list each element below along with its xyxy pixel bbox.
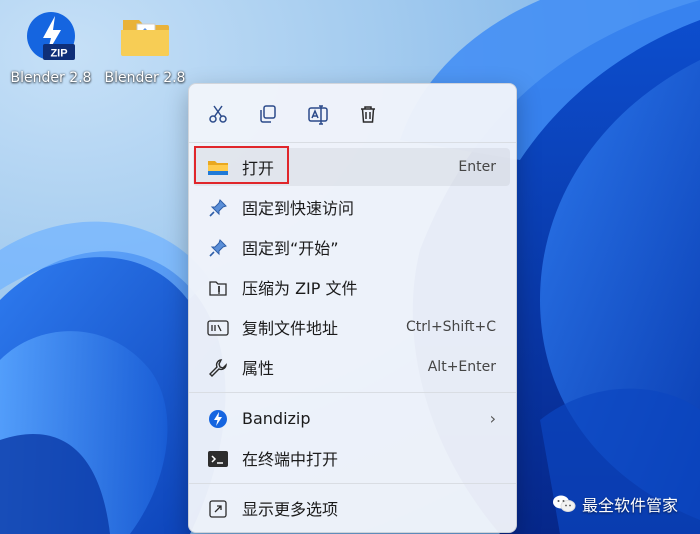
menu-item-shortcut: Ctrl+Shift+C xyxy=(406,319,496,335)
desktop-icon-blender-zip[interactable]: ZIP Blender 2.8 xyxy=(6,8,96,86)
menu-item-label: 固定到快速访问 xyxy=(242,199,355,218)
trash-icon xyxy=(361,106,375,123)
menu-item-label: 在终端中打开 xyxy=(242,450,339,469)
rename-button[interactable] xyxy=(302,98,334,130)
open-item-highlight-box xyxy=(194,146,289,184)
menu-item-show-more-options[interactable]: 显示更多选项 xyxy=(193,489,510,527)
menu-item-label: 复制文件地址 xyxy=(242,319,339,338)
more-options-icon xyxy=(207,498,229,520)
copy-path-icon xyxy=(207,317,229,339)
pin-icon xyxy=(207,197,229,219)
rename-icon xyxy=(308,105,328,125)
desktop-icon-blender-folder[interactable]: Blender 2.8 xyxy=(100,8,190,86)
cut-button[interactable] xyxy=(202,98,234,130)
menu-item-properties[interactable]: 属性 Alt+Enter xyxy=(193,348,510,386)
desktop-icon-label: Blender 2.8 xyxy=(104,70,186,86)
menu-item-label: 属性 xyxy=(242,359,275,378)
folder-icon xyxy=(117,8,173,64)
copy-button[interactable] xyxy=(252,98,284,130)
menu-item-pin-start[interactable]: 固定到“开始” xyxy=(193,228,510,266)
copy-icon xyxy=(260,105,276,123)
desktop-icon-label: Blender 2.8 xyxy=(10,70,92,86)
bandizip-icon xyxy=(207,408,229,430)
menu-separator xyxy=(189,142,516,143)
watermark: 最全软件管家 xyxy=(552,492,678,516)
submenu-chevron-icon: › xyxy=(489,408,496,428)
menu-item-label: 压缩为 ZIP 文件 xyxy=(242,279,358,298)
menu-item-label: 显示更多选项 xyxy=(242,500,339,519)
delete-button[interactable] xyxy=(352,98,384,130)
menu-item-label: 固定到“开始” xyxy=(242,239,339,258)
menu-item-shortcut: Enter xyxy=(458,159,496,175)
menu-item-bandizip[interactable]: Bandizip › xyxy=(193,399,510,437)
zip-archive-icon xyxy=(207,277,229,299)
wrench-icon xyxy=(207,357,229,379)
menu-item-compress-zip[interactable]: 压缩为 ZIP 文件 xyxy=(193,268,510,306)
context-menu-toolbar xyxy=(189,84,516,142)
menu-separator xyxy=(189,483,516,484)
menu-item-pin-quick-access[interactable]: 固定到快速访问 xyxy=(193,188,510,226)
menu-item-copy-path[interactable]: 复制文件地址 Ctrl+Shift+C xyxy=(193,308,510,346)
zip-file-icon: ZIP xyxy=(23,8,79,64)
menu-separator xyxy=(189,392,516,393)
terminal-icon xyxy=(207,448,229,470)
wechat-icon xyxy=(552,495,576,512)
menu-item-shortcut: Alt+Enter xyxy=(427,359,496,375)
zip-badge-text: ZIP xyxy=(50,48,67,60)
watermark-text: 最全软件管家 xyxy=(581,496,678,515)
pin-icon xyxy=(207,237,229,259)
scissors-icon xyxy=(209,105,227,123)
menu-item-open-terminal[interactable]: 在终端中打开 xyxy=(193,439,510,477)
menu-item-label: Bandizip xyxy=(242,408,311,428)
